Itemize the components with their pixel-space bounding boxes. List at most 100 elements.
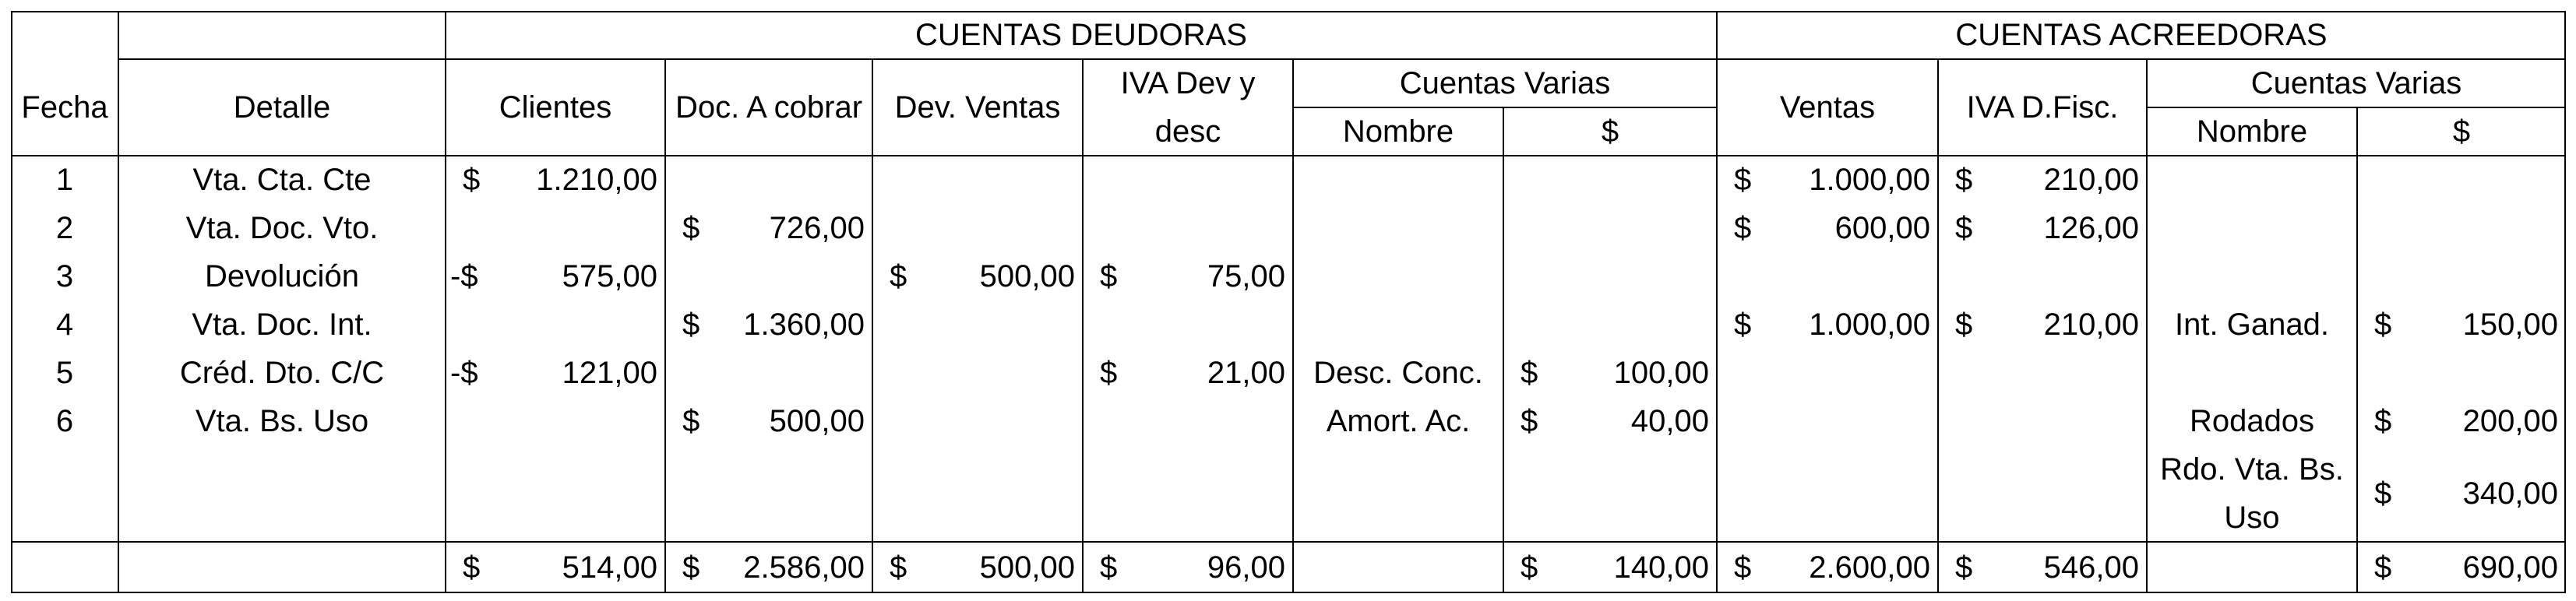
total-iva-dev: $ 96,00 [1083, 542, 1293, 593]
amount: 500,00 [979, 550, 1075, 585]
currency-symbol: $ [1100, 356, 1118, 390]
iva-dev-cell: $75,00 [1083, 252, 1293, 300]
total-ventas: $ 2.600,00 [1717, 542, 1938, 593]
header-clientes: Clientes [499, 90, 612, 125]
header-iva-dev-line1: IVA Dev y [1120, 66, 1256, 100]
amount: 500,00 [769, 404, 865, 438]
amount: 1.210,00 [536, 163, 657, 197]
amount: 340,00 [2462, 476, 2558, 511]
detalle-cell: Créd. Dto. C/C [179, 356, 385, 390]
fecha-cell: 4 [55, 308, 74, 342]
negative-sign: - [450, 259, 461, 293]
amount: 100,00 [1613, 356, 1709, 390]
nombre-acreedoras-cell: Int. Ganad. [2175, 308, 2329, 342]
header-pesos-acreedoras: $ [2452, 114, 2471, 149]
currency-symbol: $ [1955, 308, 1973, 342]
nombre-deudoras-cell: Desc. Conc. [1313, 356, 1483, 390]
nombre-acreedoras-cell: Rodados [2189, 404, 2315, 438]
valor-acreedoras-cell: $200,00 [2357, 397, 2566, 445]
total-clientes: $ 514,00 [446, 542, 665, 593]
doc-a-cobrar-cell: $500,00 [665, 397, 872, 445]
fecha-cell: 6 [55, 404, 74, 438]
detalle-cell: Vta. Doc. Vto. [185, 211, 379, 245]
total-valor-deudoras: $ 140,00 [1503, 542, 1717, 593]
iva-d-fisc-cell: $210,00 [1938, 156, 2147, 204]
amount: 546,00 [2043, 550, 2139, 585]
currency-symbol: $ [2374, 476, 2392, 511]
fecha-cell: 2 [55, 211, 74, 245]
dev-ventas-cell: $500,00 [872, 252, 1083, 300]
currency-symbol: $ [682, 404, 700, 438]
total-dev-ventas: $ 500,00 [872, 542, 1083, 593]
header-detalle: Detalle [233, 90, 331, 125]
detalle-cell: Vta. Cta. Cte [192, 163, 372, 197]
currency-symbol: $ [1521, 550, 1538, 585]
currency-symbol: $ [1100, 550, 1118, 585]
header-cuentas-deudoras: CUENTAS DEUDORAS [915, 18, 1247, 52]
currency-symbol: -$ [450, 357, 478, 388]
amount: 575,00 [562, 259, 657, 293]
currency-symbol: $ [1734, 550, 1752, 585]
currency-symbol: $ [1734, 211, 1752, 245]
ventas-cell: $1.000,00 [1717, 300, 1938, 349]
iva-d-fisc-cell: $126,00 [1938, 204, 2147, 252]
header-nombre-deudoras: Nombre [1342, 114, 1454, 149]
detalle-cell: Vta. Doc. Int. [192, 308, 372, 342]
amount: 140,00 [1613, 550, 1709, 585]
fecha-cell: 5 [55, 356, 74, 390]
doc-a-cobrar-cell: $726,00 [665, 204, 872, 252]
doc-a-cobrar-cell: $1.360,00 [665, 300, 872, 349]
amount: 2.586,00 [743, 550, 865, 585]
currency-symbol: $ [1955, 550, 1973, 585]
fecha-cell: 1 [55, 163, 74, 197]
amount: 1.000,00 [1809, 163, 1930, 197]
iva-dev-cell: $21,00 [1083, 349, 1293, 397]
ventas-cell: $600,00 [1717, 204, 1938, 252]
currency-symbol: -$ [450, 261, 478, 292]
amount: 40,00 [1630, 404, 1709, 438]
currency-symbol: $ [1100, 259, 1118, 293]
amount: 600,00 [1834, 211, 1930, 245]
valor-deudoras-cell: $40,00 [1503, 397, 1717, 445]
header-cuentas-acreedoras: CUENTAS ACREEDORAS [1955, 18, 2328, 52]
extra-nombre-line2: Uso [2224, 501, 2280, 535]
extra-nombre-line1: Rdo. Vta. Bs. [2160, 452, 2344, 487]
amount: 75,00 [1207, 259, 1285, 293]
currency-symbol-glyph: $ [460, 259, 478, 293]
header-pesos-deudoras: $ [1601, 114, 1619, 149]
currency-symbol: $ [682, 211, 700, 245]
amount: 96,00 [1207, 550, 1285, 585]
currency-symbol: $ [2374, 550, 2392, 585]
amount: 514,00 [562, 550, 657, 585]
amount: 121,00 [562, 356, 657, 390]
currency-symbol: $ [682, 550, 700, 585]
amount: 210,00 [2043, 308, 2139, 342]
header-iva-dev-desc: IVA Dev y desc [1083, 59, 1293, 156]
header-dev-ventas: Dev. Ventas [894, 90, 1061, 125]
amount: 200,00 [2462, 404, 2558, 438]
negative-sign: - [450, 356, 461, 390]
header-fecha: Fecha [21, 90, 108, 125]
extra-nombre-acreedoras: Rdo. Vta. Bs. Uso [2147, 445, 2357, 542]
detalle-cell: Devolución [205, 259, 359, 293]
extra-valor-acreedoras: $ 340,00 [2357, 445, 2566, 542]
amount: 690,00 [2462, 550, 2558, 585]
currency-symbol: $ [890, 259, 907, 293]
currency-symbol: $ [1521, 356, 1538, 390]
currency-symbol: $ [1955, 211, 1973, 245]
amount: 150,00 [2462, 308, 2558, 342]
header-cuentas-varias-deudoras: Cuentas Varias [1399, 66, 1611, 100]
valor-deudoras-cell: $100,00 [1503, 349, 1717, 397]
header-ventas: Ventas [1779, 90, 1876, 125]
valor-acreedoras-cell: $150,00 [2357, 300, 2566, 349]
total-valor-acreedoras: $ 690,00 [2357, 542, 2566, 593]
amount: 2.600,00 [1809, 550, 1930, 585]
currency-symbol: $ [1955, 163, 1973, 197]
currency-symbol: $ [2374, 308, 2392, 342]
clientes-cell: -$ 121,00 [446, 349, 665, 397]
amount: 1.360,00 [743, 308, 865, 342]
currency-symbol-glyph: $ [460, 356, 478, 390]
ledger-sheet: CUENTAS DEUDORAS CUENTAS ACREEDORAS Fech… [11, 11, 2566, 593]
iva-d-fisc-cell: $210,00 [1938, 300, 2147, 349]
fecha-cell: 3 [55, 259, 74, 293]
